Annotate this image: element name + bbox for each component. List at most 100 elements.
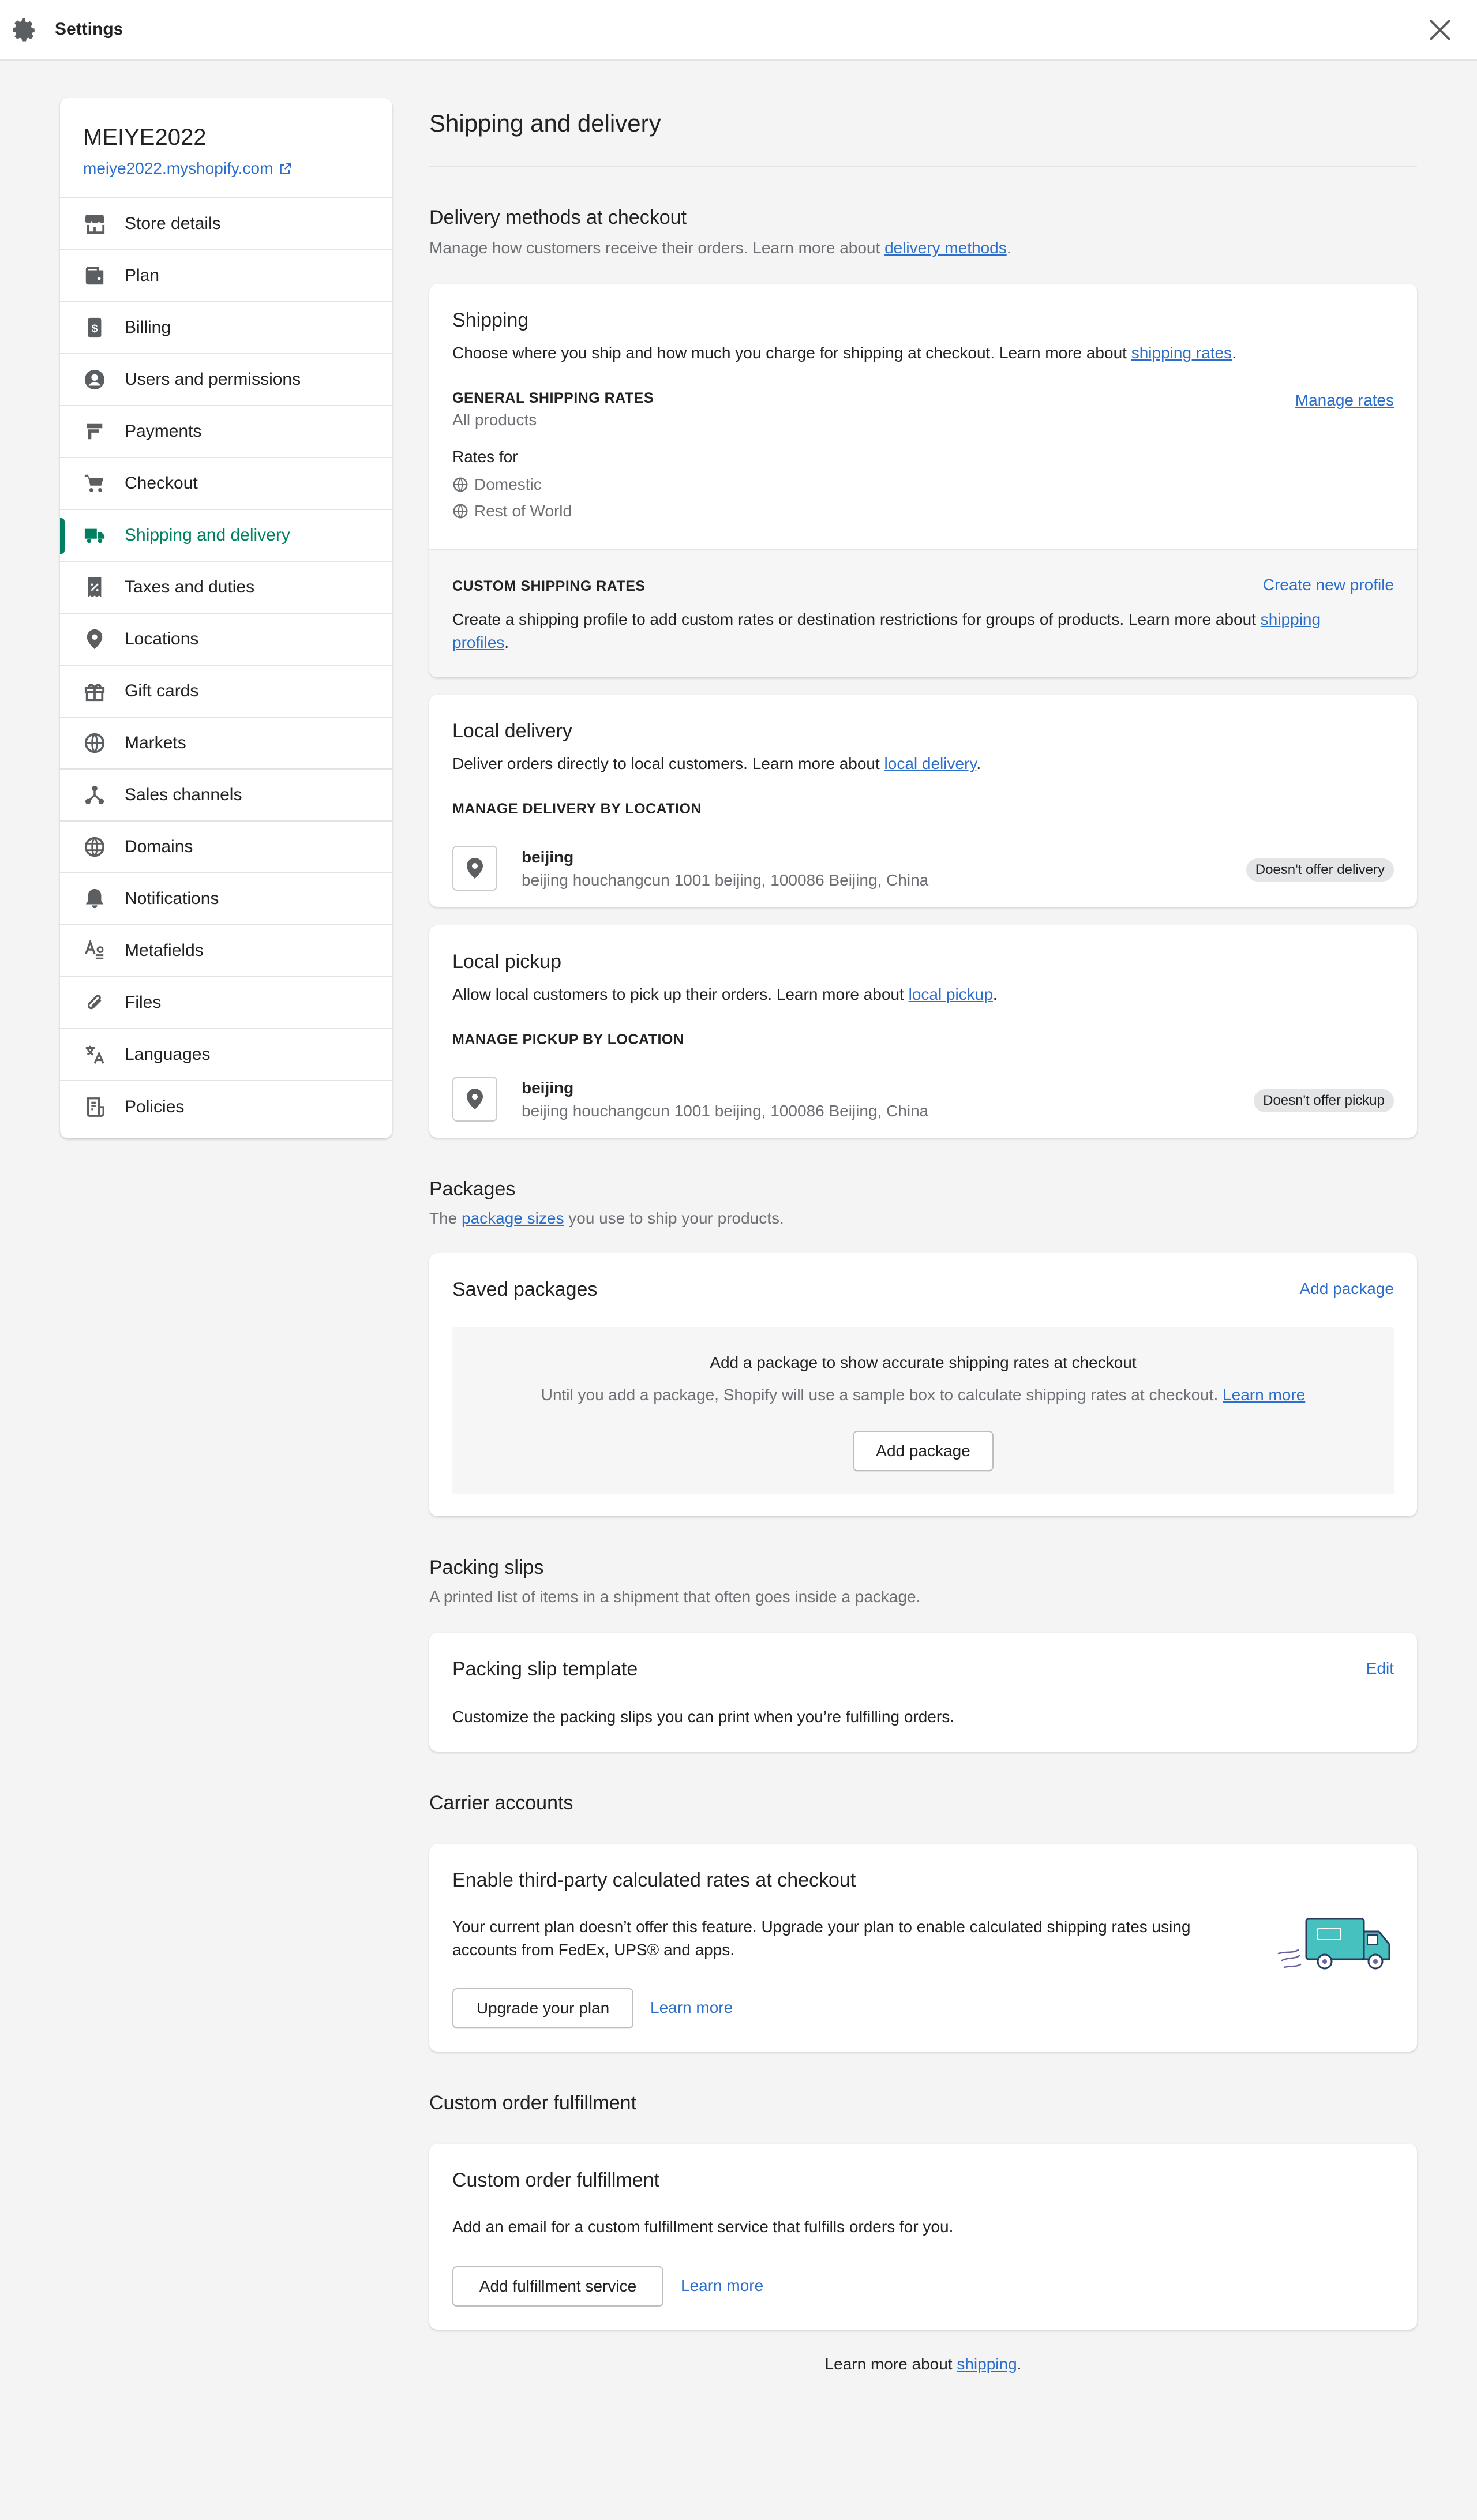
general-rates-label: GENERAL SHIPPING RATES [452, 390, 654, 406]
shipping-help-link[interactable]: shipping [957, 2355, 1017, 2373]
sidebar-item-domains[interactable]: Domains [60, 822, 392, 873]
gift-icon [83, 680, 106, 703]
add-package-link[interactable]: Add package [1300, 1280, 1394, 1298]
sidebar-item-gift-cards[interactable]: Gift cards [60, 666, 392, 718]
packing-slips-title: Packing slips [429, 1557, 544, 1578]
sidebar-item-metafields[interactable]: Metafields [60, 925, 392, 977]
sidebar-item-label: Users and permissions [125, 370, 301, 389]
top-bar: Settings [0, 0, 1477, 61]
custom-fulfillment-card-title: Custom order fulfillment [452, 2169, 660, 2191]
packing-slip-desc: Customize the packing slips you can prin… [452, 1708, 954, 1726]
shipping-rates-link[interactable]: shipping rates [1131, 344, 1232, 362]
custom-fulfillment-section-title: Custom order fulfillment [429, 2092, 637, 2114]
custom-rates-label: CUSTOM SHIPPING RATES [452, 578, 646, 594]
custom-fulfillment-card: Custom order fulfillment Add an email fo… [429, 2144, 1417, 2330]
empty-packages-area: Add a package to show accurate shipping … [452, 1327, 1394, 1494]
sidebar-item-label: Markets [125, 733, 186, 752]
package-sizes-link[interactable]: package sizes [462, 1209, 564, 1227]
sidebar-item-label: Gift cards [125, 681, 199, 700]
local-pickup-link[interactable]: local pickup [909, 985, 993, 1003]
shipping-card-title: Shipping [452, 309, 529, 331]
empty-packages-title: Add a package to show accurate shipping … [710, 1353, 1137, 1371]
shipping-card: Shipping Choose where you ship and how m… [429, 284, 1417, 677]
delivery-methods-desc: Manage how customers receive their order… [429, 239, 1011, 257]
sidebar-item-shipping[interactable]: Shipping and delivery [60, 510, 392, 562]
delivery-truck-illustration [1277, 1918, 1390, 1970]
carrier-card-title: Enable third-party calculated rates at c… [452, 1869, 856, 1891]
local-delivery-link[interactable]: local delivery [884, 755, 977, 772]
sidebar-item-billing[interactable]: $ Billing [60, 302, 392, 354]
sidebar-item-label: Checkout [125, 474, 198, 493]
sidebar-item-payments[interactable]: Payments [60, 406, 392, 458]
location-name: beijing [522, 1079, 574, 1097]
store-name: MEIYE2022 [83, 125, 207, 150]
sidebar-item-languages[interactable]: Languages [60, 1029, 392, 1081]
delivery-methods-link[interactable]: delivery methods [884, 239, 1007, 257]
zone-rest-of-world: Rest of World [452, 502, 572, 520]
custom-rates-desc: Create a shipping profile to add custom … [452, 610, 1321, 651]
carrier-card: Enable third-party calculated rates at c… [429, 1844, 1417, 2052]
close-icon[interactable] [1427, 17, 1453, 43]
status-badge: Doesn't offer pickup [1254, 1089, 1394, 1112]
learn-more-link[interactable]: Learn more [1223, 1386, 1305, 1404]
divider [429, 166, 1417, 167]
add-fulfillment-service-button[interactable]: Add fulfillment service [452, 2266, 663, 2307]
local-delivery-desc: Deliver orders directly to local custome… [452, 755, 981, 772]
sidebar-item-label: Sales channels [125, 785, 242, 804]
local-delivery-title: Local delivery [452, 720, 572, 742]
sidebar-item-label: Taxes and duties [125, 578, 255, 597]
carrier-desc-line-1: Your current plan doesn’t offer this fea… [452, 1918, 1191, 1936]
upgrade-plan-button[interactable]: Upgrade your plan [452, 1988, 633, 2028]
sidebar-item-label: Notifications [125, 889, 219, 908]
sidebar-item-files[interactable]: Files [60, 977, 392, 1029]
sidebar-item-locations[interactable]: Locations [60, 614, 392, 666]
status-badge: Doesn't offer delivery [1246, 858, 1394, 882]
location-icon [467, 1089, 483, 1109]
edit-packing-slip-link[interactable]: Edit [1366, 1659, 1394, 1678]
sidebar-item-label: Shipping and delivery [125, 526, 290, 545]
user-icon [83, 368, 106, 391]
sidebar-item-label: Metafields [125, 941, 204, 960]
store-icon [83, 212, 106, 235]
page-header-title: Settings [55, 20, 123, 39]
sidebar-item-label: Languages [125, 1045, 211, 1064]
sidebar-item-markets[interactable]: Markets [60, 718, 392, 770]
sidebar-item-checkout[interactable]: Checkout [60, 458, 392, 510]
sidebar-item-taxes[interactable]: Taxes and duties [60, 562, 392, 614]
sidebar-item-label: Plan [125, 266, 160, 285]
packages-desc: The package sizes you use to ship your p… [429, 1209, 784, 1227]
globe-icon [83, 732, 106, 755]
saved-packages-title: Saved packages [452, 1278, 598, 1300]
sidebar-item-plan[interactable]: Plan [60, 250, 392, 302]
zone-domestic: Domestic [452, 475, 542, 494]
custom-fulfillment-learn-more-link[interactable]: Learn more [681, 2277, 763, 2295]
globe-icon [453, 504, 468, 519]
sidebar-item-notifications[interactable]: Notifications [60, 873, 392, 925]
payments-icon [83, 420, 106, 443]
add-package-button[interactable]: Add package [853, 1431, 994, 1471]
sidebar-item-policies[interactable]: Policies [60, 1081, 392, 1133]
store-url-link[interactable]: meiye2022.myshopify.com [83, 159, 293, 178]
location-address: beijing houchangcun 1001 beijing, 100086… [522, 1102, 929, 1120]
empty-packages-desc: Until you add a package, Shopify will us… [541, 1386, 1306, 1404]
carrier-learn-more-link[interactable]: Learn more [650, 1998, 733, 2017]
general-rates-sub: All products [452, 411, 537, 429]
manage-rates-link[interactable]: Manage rates [1295, 391, 1394, 410]
store-url-text: meiye2022.myshopify.com [83, 159, 273, 177]
channels-icon [83, 783, 106, 807]
cart-icon [83, 472, 106, 495]
delivery-methods-title: Delivery methods at checkout [429, 207, 687, 228]
manage-pickup-label: MANAGE PICKUP BY LOCATION [452, 1032, 684, 1048]
sidebar-item-users[interactable]: Users and permissions [60, 354, 392, 406]
sidebar-item-label: Files [125, 993, 162, 1012]
create-new-profile-link[interactable]: Create new profile [1263, 576, 1394, 594]
location-name: beijing [522, 848, 574, 866]
sidebar-item-sales-channels[interactable]: Sales channels [60, 770, 392, 822]
footer-help: Learn more about shipping. [824, 2355, 1022, 2373]
location-pin-box [452, 846, 497, 891]
custom-fulfillment-desc: Add an email for a custom fulfillment se… [452, 2218, 954, 2236]
sidebar-item-store-details[interactable]: Store details [60, 198, 392, 250]
plan-icon [83, 264, 106, 287]
billing-icon: $ [83, 316, 106, 339]
translate-icon [83, 1043, 106, 1066]
